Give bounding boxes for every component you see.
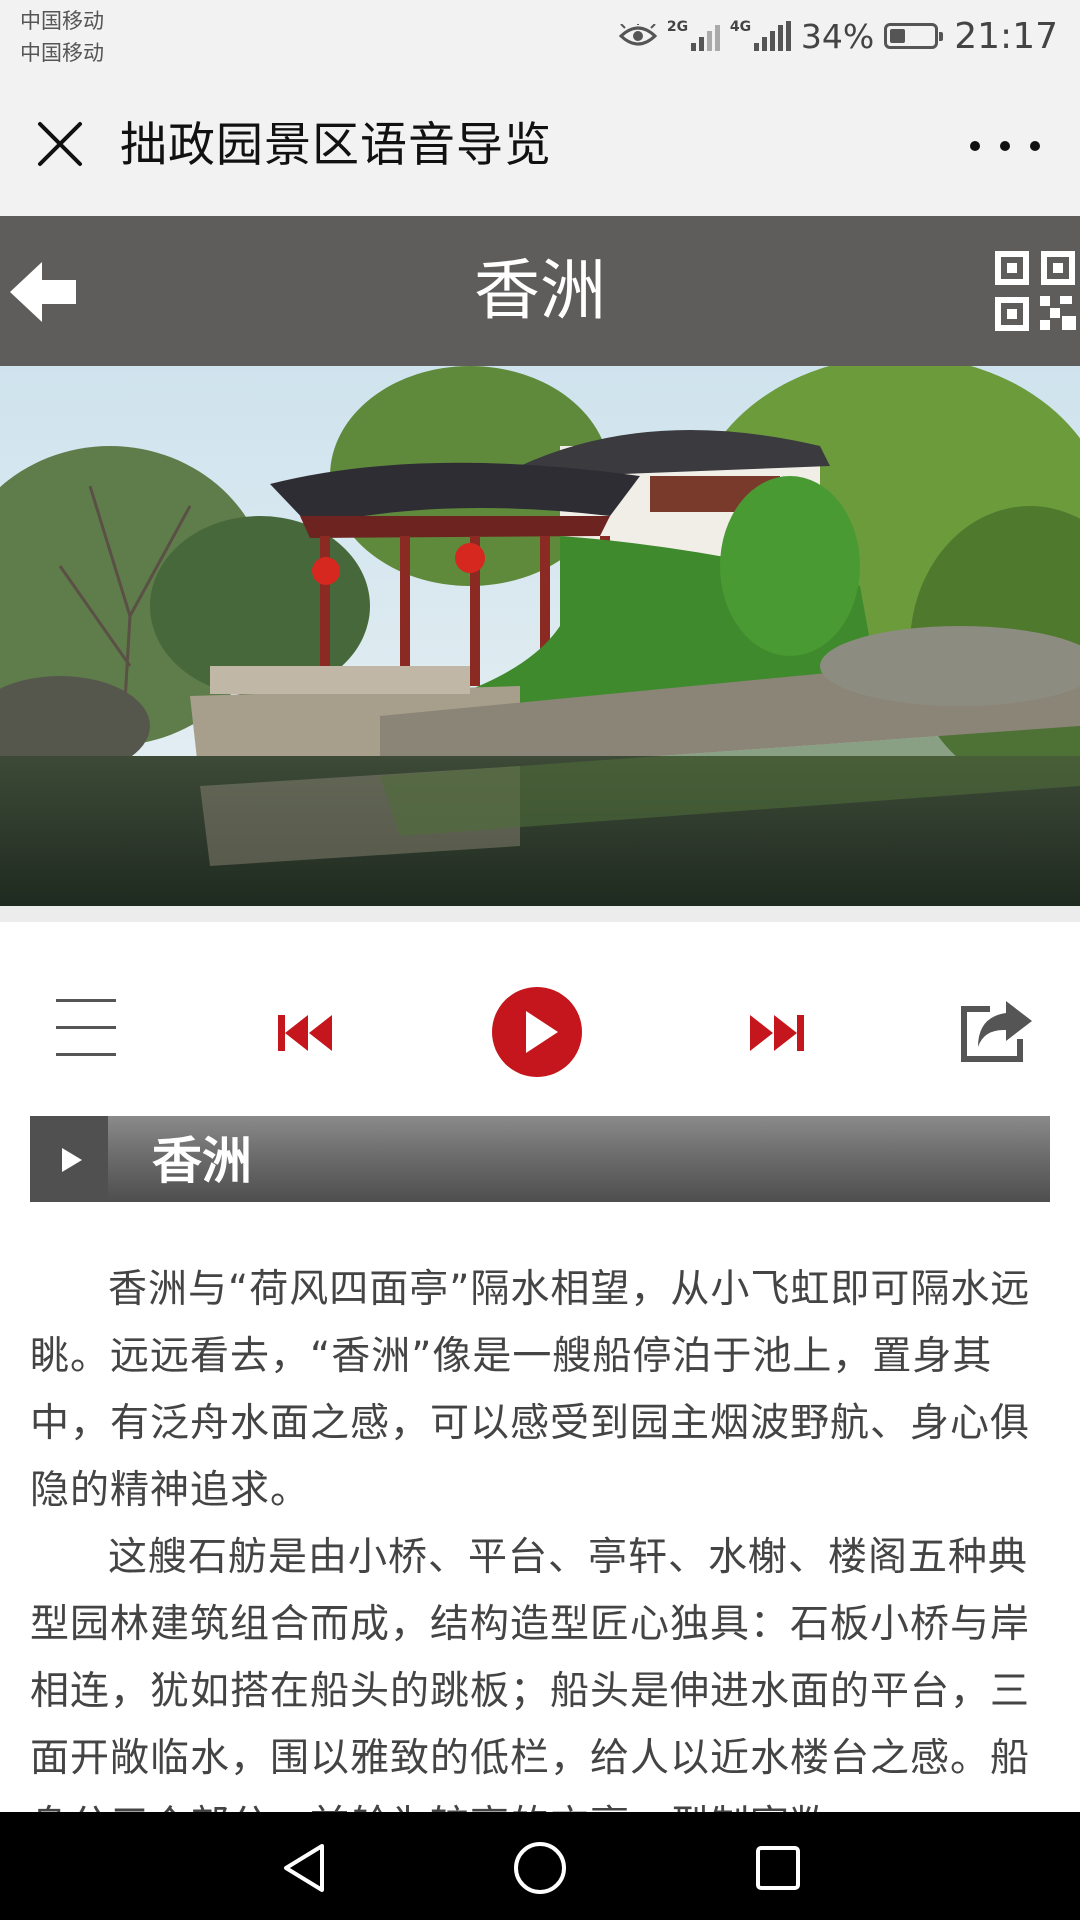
page-title: 香洲 bbox=[474, 252, 606, 329]
pavilion-image bbox=[0, 366, 1080, 906]
player-controls bbox=[0, 975, 1080, 1085]
article-body: 香洲与“荷风四面亭”隔水相望，从小飞虹即可隔水远眺。远远看去，“香洲”像是一艘船… bbox=[30, 1256, 1054, 1812]
more-icon[interactable] bbox=[970, 116, 1040, 176]
wechat-nav-bar: 拙政园景区语音导览 bbox=[0, 74, 1080, 216]
system-nav-bar bbox=[0, 1812, 1080, 1920]
battery-percent: 34% bbox=[800, 16, 875, 56]
wechat-title: 拙政园景区语音导览 bbox=[120, 118, 552, 173]
section-play-button[interactable] bbox=[30, 1116, 108, 1202]
network-type: 2G bbox=[666, 19, 689, 35]
section-header: 香洲 bbox=[30, 1116, 1050, 1202]
close-icon[interactable] bbox=[28, 112, 92, 176]
nav-back-icon[interactable] bbox=[276, 1838, 336, 1898]
clock: 21:17 bbox=[954, 15, 1058, 57]
network-type: 4G bbox=[729, 19, 752, 35]
separator bbox=[0, 906, 1080, 922]
carrier-label: 中国移动 bbox=[20, 41, 104, 65]
previous-icon[interactable] bbox=[276, 1011, 334, 1055]
triangle-icon bbox=[62, 1148, 82, 1172]
next-icon[interactable] bbox=[748, 1011, 806, 1055]
pavilion-photo bbox=[0, 366, 1080, 906]
battery-level bbox=[890, 29, 905, 43]
status-icons: 2G 4G 34% 21:17 bbox=[618, 12, 1058, 60]
eye-icon bbox=[618, 24, 657, 46]
status-bar: 中国移动 中国移动 2G 4G 34% 21:17 bbox=[0, 0, 1080, 74]
play-icon[interactable] bbox=[490, 985, 584, 1079]
carrier-label: 中国移动 bbox=[20, 9, 104, 33]
signal-icon: 2G bbox=[666, 19, 720, 51]
nav-recent-icon[interactable] bbox=[748, 1838, 808, 1898]
page-header: 香洲 bbox=[0, 216, 1080, 366]
playlist-icon[interactable] bbox=[56, 999, 116, 1061]
section-title: 香洲 bbox=[152, 1132, 252, 1190]
signal-icon: 4G bbox=[729, 19, 791, 51]
article-paragraph: 这艘石舫是由小桥、平台、亭轩、水榭、楼阁五种典型园林建筑组合而成，结构造型匠心独… bbox=[30, 1535, 1031, 1812]
qr-code-icon[interactable] bbox=[994, 248, 1080, 336]
share-icon[interactable] bbox=[960, 999, 1034, 1063]
article-paragraph: 香洲与“荷风四面亭”隔水相望，从小飞虹即可隔水远眺。远远看去，“香洲”像是一艘船… bbox=[30, 1267, 1031, 1513]
battery-icon bbox=[884, 23, 944, 49]
nav-home-icon[interactable] bbox=[510, 1838, 570, 1898]
